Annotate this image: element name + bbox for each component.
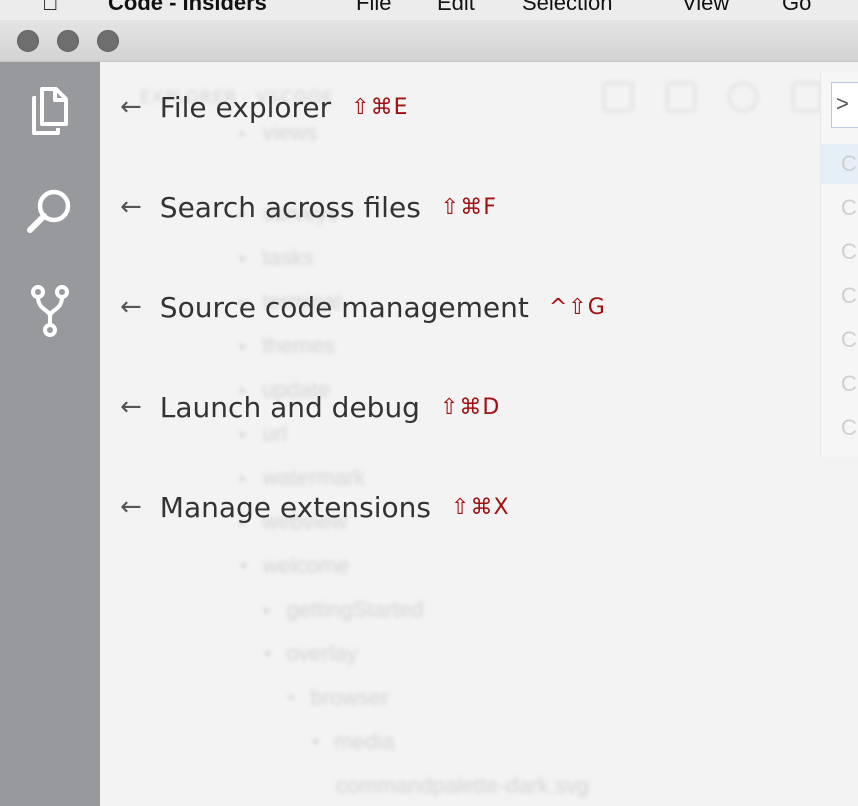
workbench: EXPLORER · VSCODE ▸ views ▸ surveys ▸ tasks ▸ t…: [100, 62, 858, 806]
apple-menu-icon[interactable]: : [42, 0, 59, 16]
menu-go[interactable]: Go: [782, 0, 811, 16]
files-icon[interactable]: [22, 82, 78, 138]
menu-file[interactable]: File: [356, 0, 391, 16]
hint-file-explorer: ← File explorer ⇧⌘E: [120, 87, 409, 127]
new-folder-icon[interactable]: [666, 82, 696, 112]
hint-shortcut: ⇧⌘D: [439, 394, 501, 420]
command-palette-item[interactable]: C: [821, 232, 858, 272]
tree-folder[interactable]: ▾ overlay: [264, 641, 357, 667]
hint-label: Search across files: [159, 190, 421, 224]
tree-item-label: commandpalette-dark.svg: [336, 773, 590, 798]
hint-debug: ← Launch and debug ⇧⌘D: [120, 387, 500, 427]
chevron-icon[interactable]: ▸: [240, 125, 247, 140]
tree-item-label: browser: [310, 685, 389, 710]
command-palette-item[interactable]: C: [821, 408, 858, 448]
hint-label: File explorer: [159, 90, 332, 124]
tree-folder[interactable]: ▾ media: [312, 729, 394, 755]
zoom-window-button[interactable]: [97, 30, 119, 52]
tree-item-label: themes: [262, 333, 335, 358]
command-palette-item[interactable]: C: [821, 320, 858, 360]
menu-selection[interactable]: Selection: [522, 0, 613, 16]
chevron-icon[interactable]: ▸: [264, 602, 271, 617]
arrow-left-icon: ←: [120, 192, 142, 222]
command-palette: > CCCCCCC: [820, 72, 858, 457]
chevron-icon[interactable]: ▸: [240, 250, 247, 265]
tree-item-label: media: [334, 729, 395, 754]
tree-folder[interactable]: ▾ browser: [288, 685, 389, 711]
tree-folder[interactable]: ▸ tasks: [240, 245, 314, 271]
chevron-icon[interactable]: ▾: [312, 734, 319, 749]
command-palette-item[interactable]: C: [821, 144, 858, 184]
tree-folder[interactable]: ▸ themes: [240, 333, 335, 359]
arrow-left-icon: ←: [120, 292, 142, 322]
source-control-icon[interactable]: [22, 282, 78, 338]
arrow-left-icon: ←: [120, 392, 142, 422]
chevron-icon[interactable]: ▸: [240, 426, 247, 441]
command-palette-item[interactable]: C: [821, 276, 858, 316]
hint-shortcut: ^⇧G: [548, 294, 606, 320]
refresh-icon[interactable]: [728, 82, 758, 112]
chevron-icon[interactable]: ▸: [240, 470, 247, 485]
minimize-window-button[interactable]: [57, 30, 79, 52]
tree-folder[interactable]: ▾ welcome: [240, 553, 349, 579]
hint-extensions: ← Manage extensions ⇧⌘X: [120, 487, 510, 527]
menu-view[interactable]: View: [682, 0, 729, 16]
collapse-all-icon[interactable]: [792, 82, 822, 112]
hint-shortcut: ⇧⌘E: [351, 94, 409, 120]
window-titlebar: [0, 20, 858, 62]
command-palette-item[interactable]: C: [821, 188, 858, 228]
chevron-icon[interactable]: ▾: [240, 558, 247, 573]
search-icon[interactable]: [22, 182, 78, 238]
hint-shortcut: ⇧⌘F: [440, 194, 497, 220]
tree-item-label: welcome: [262, 553, 350, 578]
hint-label: Source code management: [159, 290, 529, 324]
arrow-left-icon: ←: [120, 492, 142, 522]
chevron-icon[interactable]: ▾: [288, 690, 295, 705]
new-file-icon[interactable]: [603, 82, 633, 112]
tree-file[interactable]: commandpalette-dark.svg: [336, 773, 589, 799]
activity-bar: [0, 62, 100, 806]
tree-item-label: tasks: [262, 245, 314, 270]
explorer-tree: EXPLORER · VSCODE ▸ views ▸ surveys ▸ tasks ▸ t…: [100, 62, 822, 806]
menu-edit[interactable]: Edit: [437, 0, 475, 16]
close-window-button[interactable]: [17, 30, 39, 52]
hint-label: Launch and debug: [159, 390, 420, 424]
tree-item-label: overlay: [286, 641, 358, 666]
hint-shortcut: ⇧⌘X: [451, 494, 510, 520]
command-palette-item[interactable]: C: [821, 364, 858, 404]
chevron-icon[interactable]: ▾: [264, 646, 271, 661]
hint-source-control: ← Source code management ^⇧G: [120, 287, 606, 327]
tree-folder[interactable]: ▸ gettingStarted: [264, 597, 424, 623]
hint-search: ← Search across files ⇧⌘F: [120, 187, 497, 227]
menu-bar:  Code - Insiders File Edit Selection Vi…: [0, 0, 858, 20]
tree-item-label: gettingStarted: [286, 597, 424, 622]
arrow-left-icon: ←: [120, 92, 142, 122]
app-menu[interactable]: Code - Insiders: [108, 0, 267, 16]
chevron-icon[interactable]: ▸: [240, 338, 247, 353]
command-palette-input[interactable]: >: [831, 82, 858, 128]
hint-label: Manage extensions: [159, 490, 432, 524]
